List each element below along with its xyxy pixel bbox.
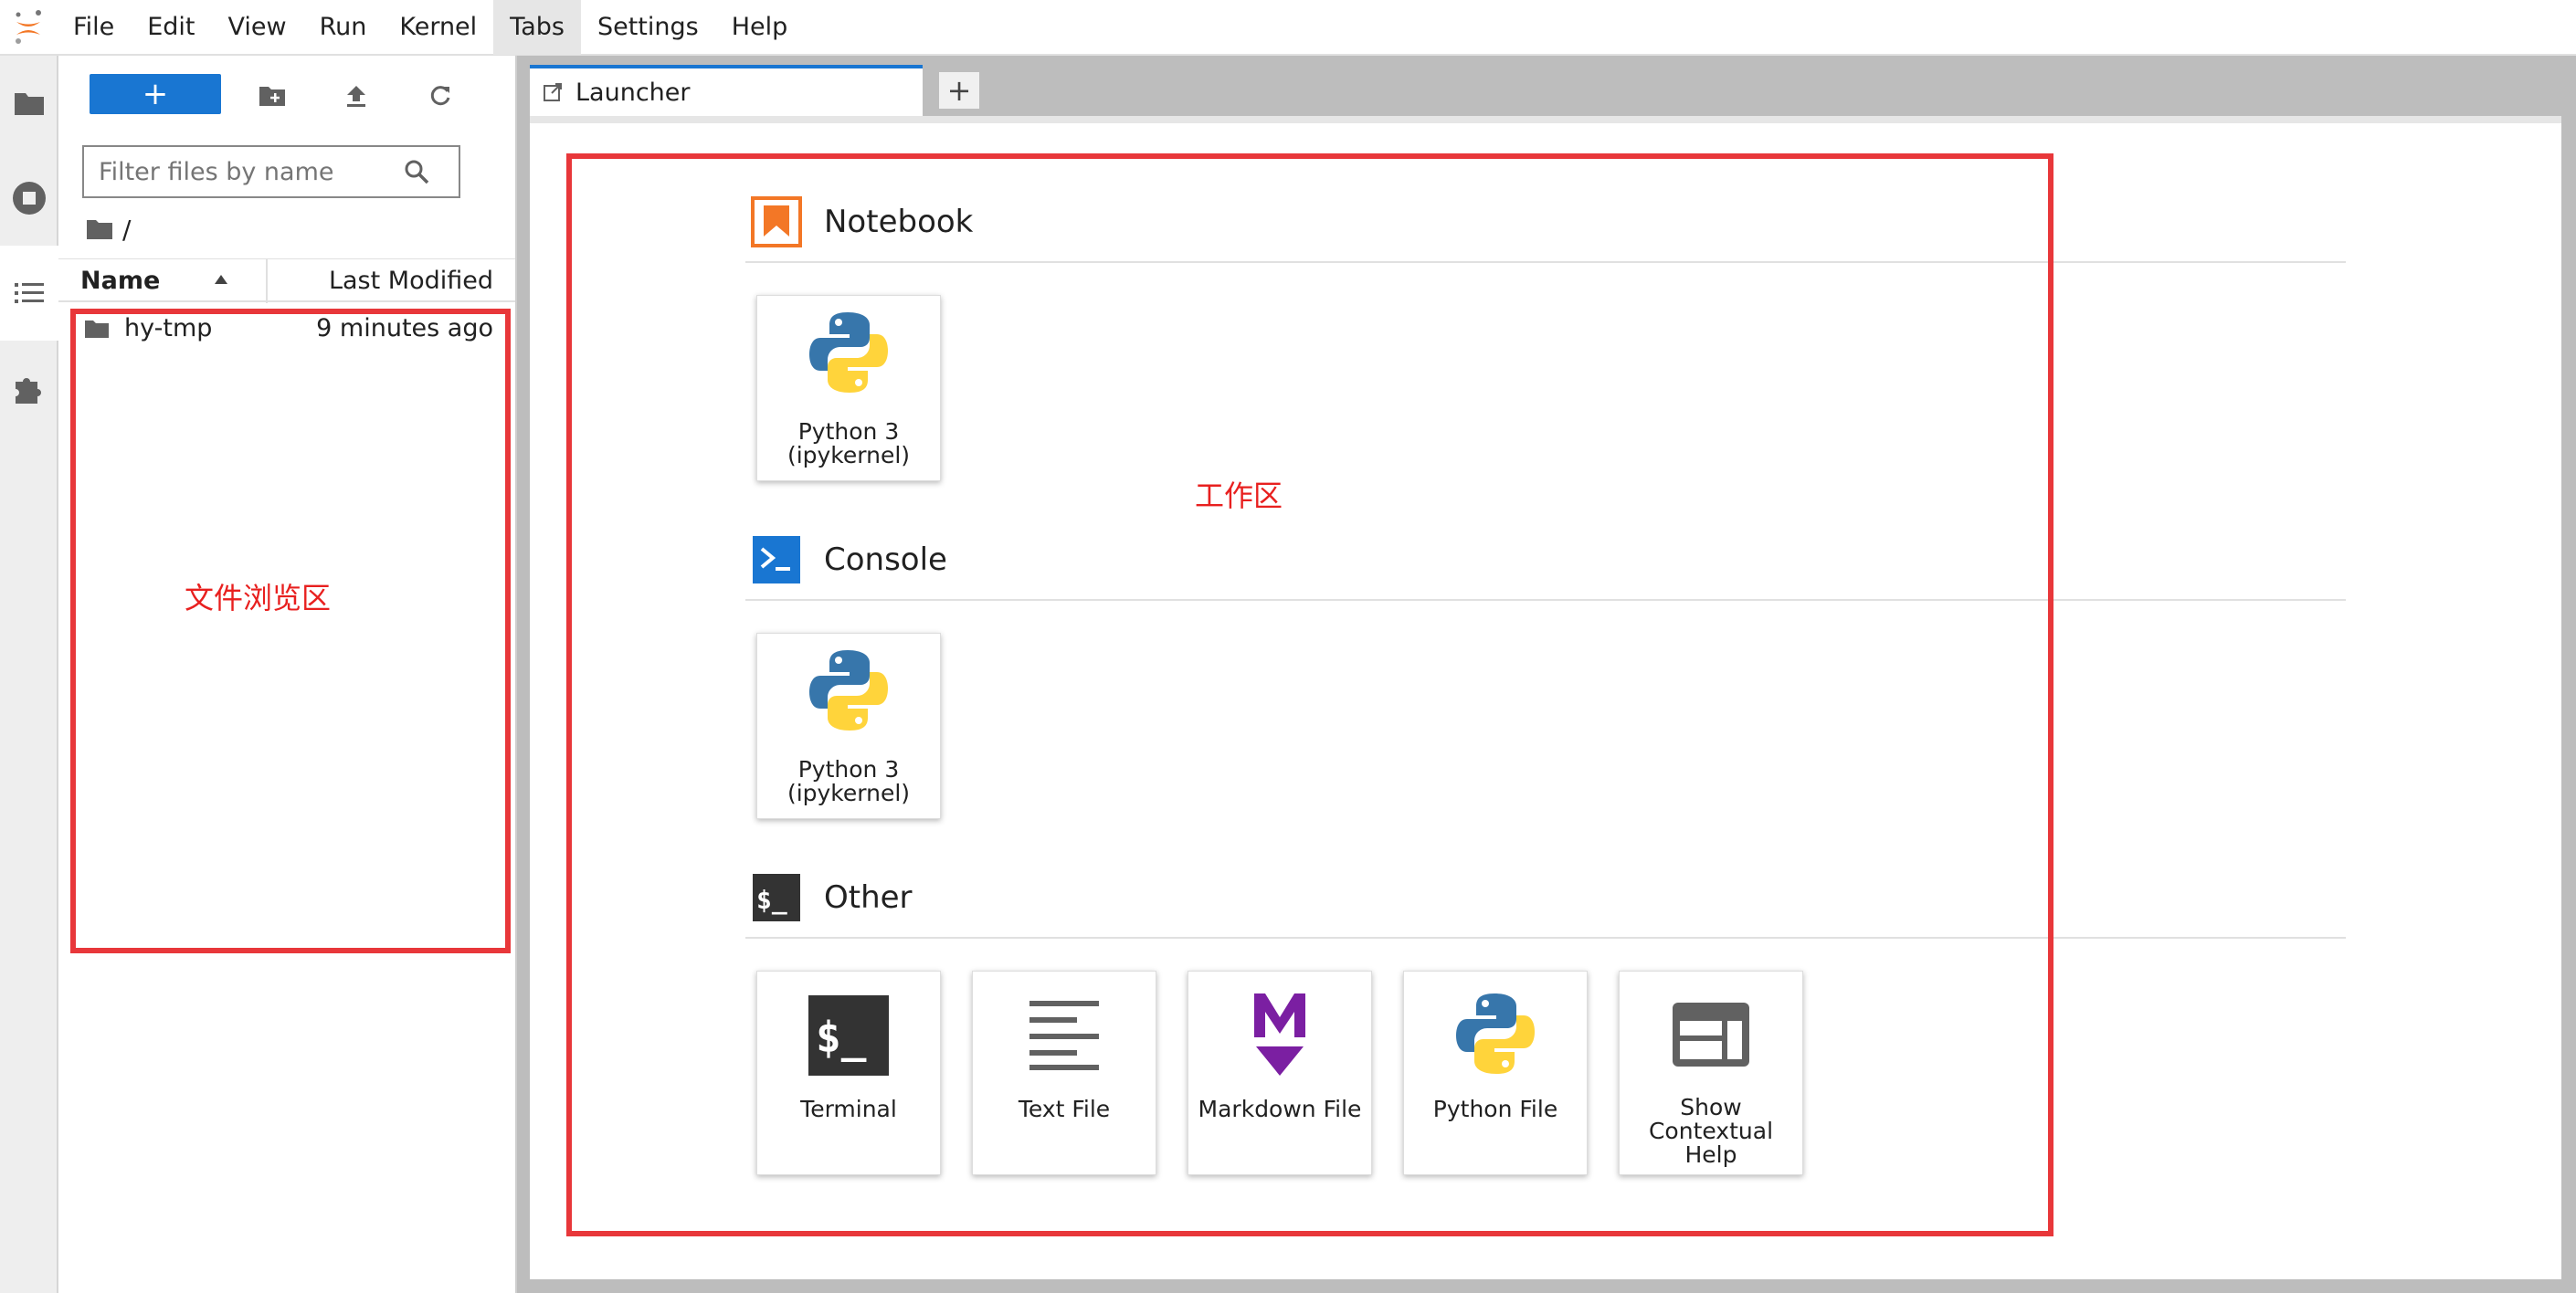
folder-icon: [15, 93, 44, 115]
tab-bar: Launcher +: [530, 65, 2576, 116]
menu-kernel[interactable]: Kernel: [383, 0, 493, 55]
menu-view[interactable]: View: [211, 0, 302, 55]
add-tab-label: +: [946, 73, 972, 108]
column-divider[interactable]: [266, 259, 268, 303]
breadcrumb-root[interactable]: /: [122, 215, 131, 245]
breadcrumb: /: [86, 213, 131, 246]
file-browser-tab[interactable]: [0, 56, 58, 151]
refresh-icon: [430, 86, 450, 106]
jupyter-logo-icon: [0, 0, 57, 55]
menu-bar: File Edit View Run Kernel Tabs Settings …: [0, 0, 2576, 56]
menu-tabs[interactable]: Tabs: [493, 0, 581, 55]
workspace-annotation-label: 工作区: [1195, 478, 1283, 513]
launcher-tab-icon: [544, 83, 562, 101]
file-list-header: Name Last Modified: [58, 258, 515, 303]
table-of-contents-tab[interactable]: [0, 246, 58, 341]
file-browser-annotation-label: 文件浏览区: [185, 581, 332, 615]
add-tab-button[interactable]: +: [937, 70, 981, 110]
menu-help[interactable]: Help: [715, 0, 805, 55]
menu-file[interactable]: File: [57, 0, 131, 55]
menu-edit[interactable]: Edit: [131, 0, 211, 55]
search-icon: [405, 160, 429, 184]
home-folder-icon[interactable]: [86, 218, 113, 240]
workspace-annotation-box: [566, 153, 2053, 1236]
file-browser-toolbar: +: [58, 72, 515, 118]
file-browser-annotation-box: [70, 309, 511, 953]
sort-ascending-icon: [215, 275, 227, 284]
running-sessions-tab[interactable]: [0, 151, 58, 246]
toc-icon: [15, 283, 44, 303]
refresh-button[interactable]: [422, 78, 459, 114]
tab-launcher-label: Launcher: [575, 78, 691, 107]
file-filter-box[interactable]: [82, 145, 460, 198]
new-launcher-button[interactable]: +: [90, 74, 221, 114]
extension-icon: [16, 378, 41, 404]
activity-bar: [0, 56, 58, 1293]
running-icon: [13, 182, 46, 215]
new-folder-button[interactable]: [254, 78, 290, 114]
column-modified-header[interactable]: Last Modified: [329, 259, 493, 303]
filter-files-input[interactable]: [84, 156, 404, 187]
menu-settings[interactable]: Settings: [581, 0, 715, 55]
tab-launcher[interactable]: Launcher: [530, 65, 923, 116]
extension-manager-tab[interactable]: [0, 341, 58, 436]
new-folder-icon: [259, 87, 285, 106]
menu-run[interactable]: Run: [303, 0, 384, 55]
upload-button[interactable]: [338, 78, 375, 114]
upload-icon: [347, 86, 365, 107]
column-name-header[interactable]: Name: [80, 259, 160, 303]
new-launcher-label: +: [142, 76, 169, 112]
